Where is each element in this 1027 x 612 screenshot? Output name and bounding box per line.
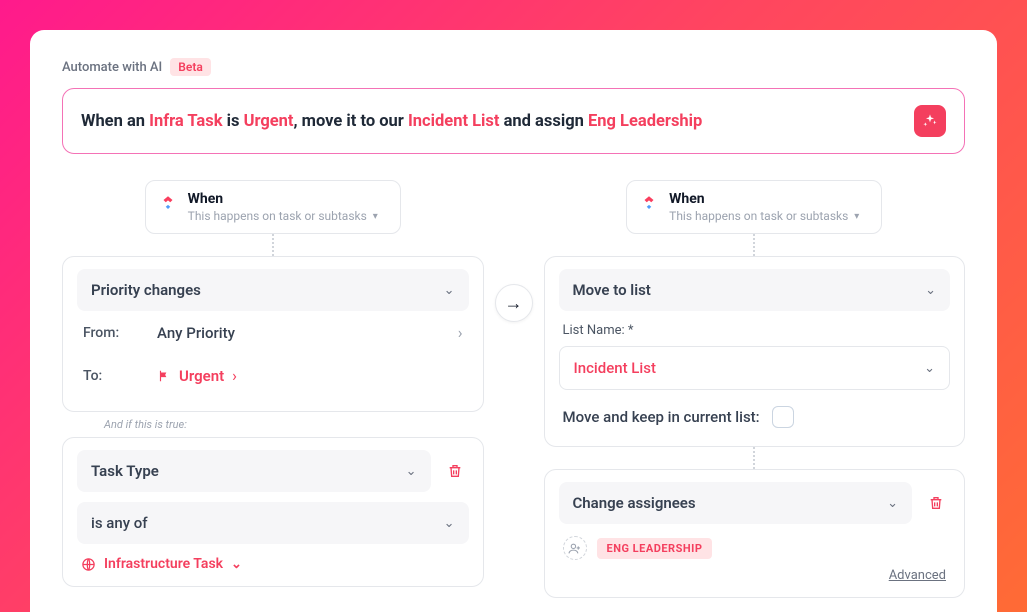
when-text-block: When This happens on task or subtasks ▾ <box>669 191 859 223</box>
prompt-seg: , move it to our <box>294 112 408 131</box>
header-row: Automate with AI Beta <box>62 58 965 76</box>
chevron-down-icon: ⌄ <box>406 464 417 479</box>
connector-line <box>753 234 755 256</box>
condition-field-select[interactable]: Task Type ⌄ <box>77 450 431 492</box>
from-priority-row[interactable]: From: Any Priority › <box>77 311 469 354</box>
keep-label: Move and keep in current list: <box>563 408 760 426</box>
prompt-text: When an Infra Task is Urgent, move it to… <box>81 112 702 131</box>
assignee-value-row[interactable]: ENG LEADERSHIP <box>559 524 951 562</box>
list-name-label: List Name: * <box>559 311 951 346</box>
condition-intro: And if this is true: <box>62 412 484 437</box>
chevron-right-icon: › <box>458 323 463 342</box>
chevron-down-icon: ⌄ <box>444 283 455 298</box>
action-type-select[interactable]: Move to list ⌄ <box>559 269 951 311</box>
chevron-down-icon: ⌄ <box>887 496 898 511</box>
keep-in-list-row: Move and keep in current list: <box>559 390 951 432</box>
when-title: When <box>669 191 859 207</box>
keep-checkbox[interactable] <box>772 406 794 428</box>
trigger-event-block: Priority changes ⌄ From: Any Priority › … <box>62 256 484 412</box>
trash-icon <box>447 463 463 479</box>
chevron-down-icon: ▾ <box>854 211 859 222</box>
when-subtitle-row[interactable]: This happens on task or subtasks ▾ <box>669 209 859 223</box>
ai-prompt-input[interactable]: When an Infra Task is Urgent, move it to… <box>62 88 965 154</box>
move-to-list-block: Move to list ⌄ List Name: * Incident Lis… <box>544 256 966 447</box>
connector-line <box>753 447 755 469</box>
event-select[interactable]: Priority changes ⌄ <box>77 269 469 311</box>
from-value: Any Priority <box>157 324 440 342</box>
column-divider: → <box>484 180 544 598</box>
prompt-seg: and assign <box>499 112 588 131</box>
action-type-label: Move to list <box>573 281 651 299</box>
automation-builder-panel: Automate with AI Beta When an Infra Task… <box>30 30 997 612</box>
flag-icon <box>157 369 171 383</box>
condition-value-select[interactable]: Infrastructure Task ⌄ <box>77 544 469 572</box>
event-label: Priority changes <box>91 281 201 299</box>
clickup-icon <box>639 193 659 213</box>
advanced-link[interactable]: Advanced <box>559 562 951 583</box>
chevron-down-icon: ⌄ <box>444 516 455 531</box>
action-when-card[interactable]: When This happens on task or subtasks ▾ <box>626 180 882 234</box>
trigger-column: When This happens on task or subtasks ▾ … <box>62 180 484 598</box>
person-add-icon[interactable] <box>563 536 587 560</box>
condition-field-label: Task Type <box>91 462 159 480</box>
trash-icon <box>928 495 944 511</box>
prompt-highlight: Infra Task <box>149 112 222 131</box>
sparkle-icon <box>922 113 938 129</box>
chevron-down-icon: ⌄ <box>924 361 935 376</box>
prompt-seg: When an <box>81 112 149 131</box>
condition-operator-label: is any of <box>91 514 148 532</box>
when-title: When <box>188 191 378 207</box>
chevron-down-icon: ⌄ <box>925 283 936 298</box>
to-label: To: <box>83 368 139 384</box>
clickup-icon <box>158 193 178 213</box>
generate-button[interactable] <box>914 105 946 137</box>
condition-operator-select[interactable]: is any of ⌄ <box>77 502 469 544</box>
beta-badge: Beta <box>170 58 211 76</box>
to-value-text: Urgent <box>179 367 224 385</box>
when-subtitle: This happens on task or subtasks <box>188 209 367 223</box>
assignee-action-label: Change assignees <box>573 494 696 512</box>
chevron-down-icon: ▾ <box>373 211 378 222</box>
prompt-highlight: Urgent <box>244 112 294 131</box>
delete-action-button[interactable] <box>922 489 950 517</box>
list-select[interactable]: Incident List ⌄ <box>559 346 951 390</box>
chevron-right-icon: › <box>232 366 237 385</box>
when-text-block: When This happens on task or subtasks ▾ <box>188 191 378 223</box>
prompt-highlight: Eng Leadership <box>588 112 702 131</box>
arrow-right-icon: → <box>495 284 533 322</box>
assignee-pill[interactable]: ENG LEADERSHIP <box>597 538 713 559</box>
header-label: Automate with AI <box>62 60 162 75</box>
trigger-when-card[interactable]: When This happens on task or subtasks ▾ <box>145 180 401 234</box>
from-label: From: <box>83 325 139 341</box>
when-subtitle: This happens on task or subtasks <box>669 209 848 223</box>
action-column: When This happens on task or subtasks ▾ … <box>544 180 966 598</box>
to-priority-row[interactable]: To: Urgent › <box>77 354 469 397</box>
change-assignees-block: Change assignees ⌄ ENG LEADERSHIP Advanc… <box>544 469 966 598</box>
to-value: Urgent › <box>157 366 463 385</box>
delete-condition-button[interactable] <box>441 457 469 485</box>
connector-line <box>272 234 274 256</box>
chevron-down-icon: ⌄ <box>231 557 242 572</box>
assignee-action-select[interactable]: Change assignees ⌄ <box>559 482 913 524</box>
globe-icon <box>81 557 96 572</box>
prompt-seg: is <box>223 112 244 131</box>
when-subtitle-row[interactable]: This happens on task or subtasks ▾ <box>188 209 378 223</box>
prompt-highlight: Incident List <box>408 112 500 131</box>
condition-value-text: Infrastructure Task <box>104 556 223 572</box>
condition-block: Task Type ⌄ is any of ⌄ Infrastr <box>62 437 484 587</box>
builder-columns: When This happens on task or subtasks ▾ … <box>62 180 965 598</box>
list-value: Incident List <box>574 359 656 377</box>
